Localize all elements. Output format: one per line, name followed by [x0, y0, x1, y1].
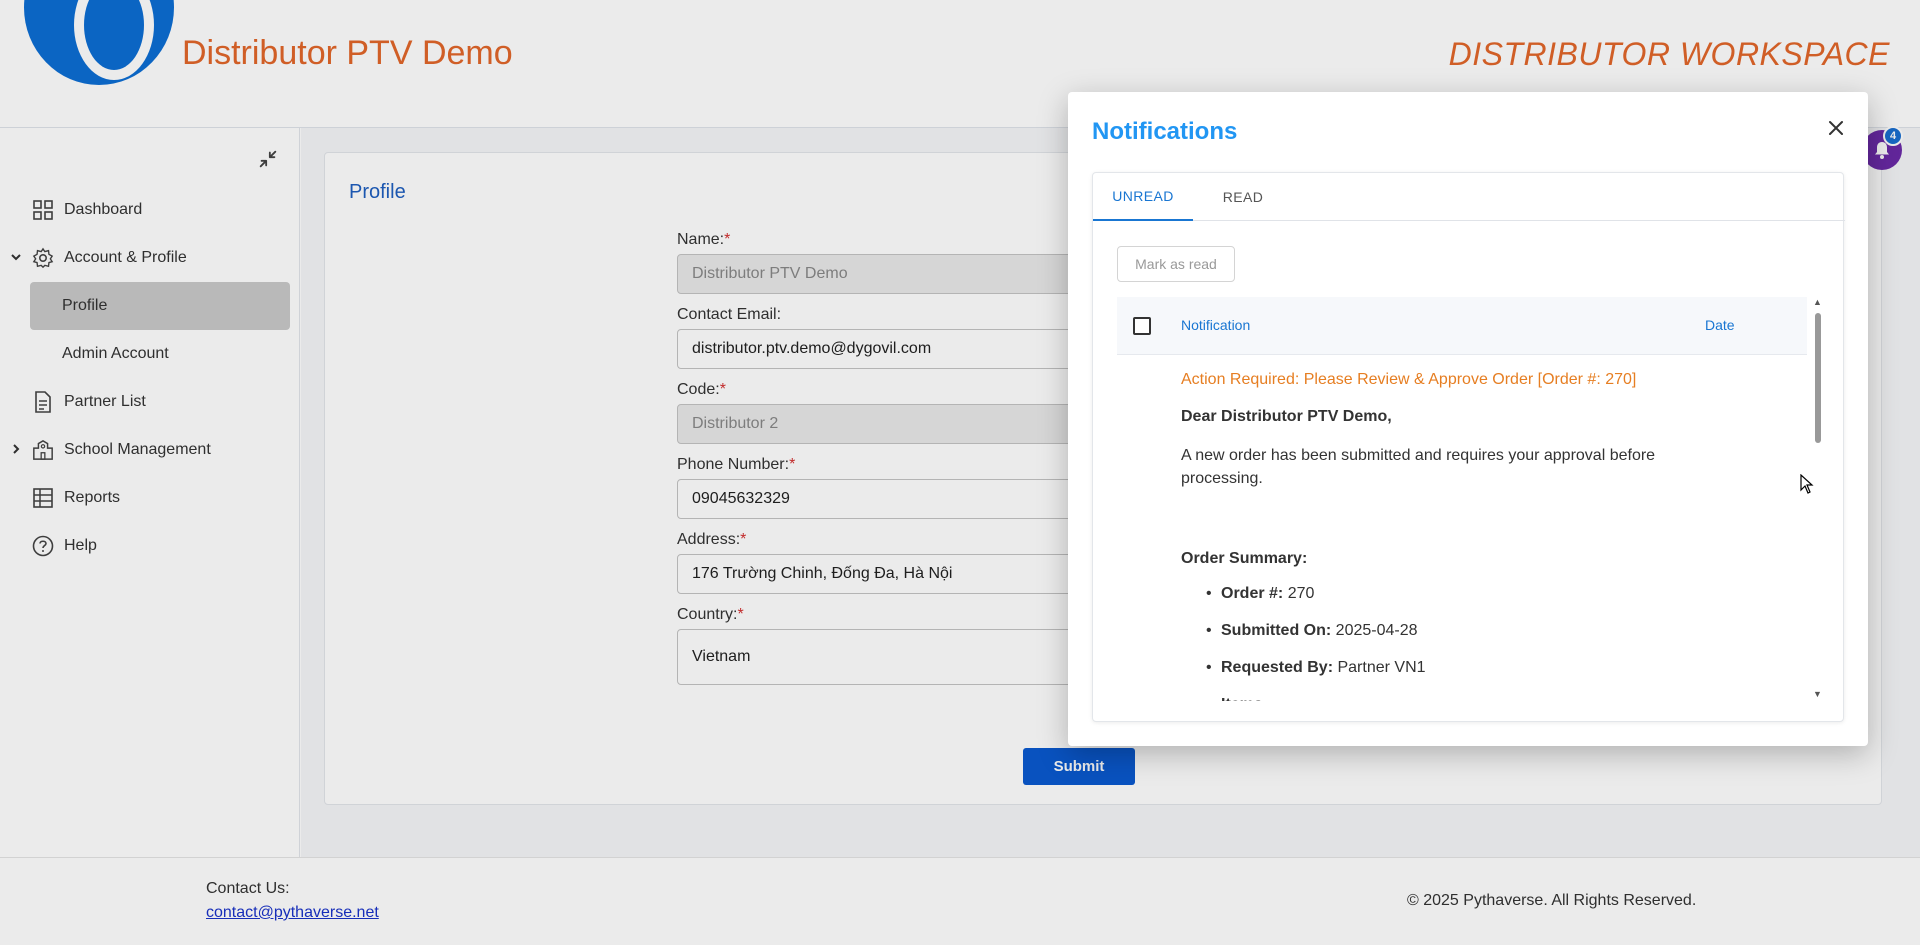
mouse-cursor-icon: [1800, 473, 1818, 494]
column-header-notification[interactable]: Notification: [1181, 317, 1250, 333]
scroll-up-arrow-icon[interactable]: ▲: [1813, 297, 1822, 307]
list-item: Order #: 270: [1206, 585, 1426, 622]
list-item: Requested By: Partner VN1: [1206, 659, 1425, 696]
scroll-down-arrow-icon[interactable]: ▼: [1813, 689, 1822, 699]
scrollbar-thumb[interactable]: [1815, 313, 1821, 443]
order-summary-title: Order Summary:: [1181, 550, 1308, 567]
mark-as-read-button[interactable]: Mark as read: [1117, 246, 1235, 282]
close-icon[interactable]: [1824, 116, 1848, 140]
select-all-checkbox[interactable]: [1133, 317, 1151, 335]
dialog-title: Notifications: [1092, 118, 1238, 145]
column-header-date[interactable]: Date: [1705, 317, 1735, 333]
notifications-dialog: Notifications UNREAD READ Mark as read N…: [1068, 92, 1868, 746]
notification-greeting: Dear Distributor PTV Demo,: [1181, 408, 1392, 425]
tab-read[interactable]: READ: [1193, 173, 1293, 221]
notifications-panel: UNREAD READ Mark as read Notification Da…: [1092, 172, 1845, 722]
list-item: Items:: [1206, 696, 1426, 701]
list-item: Submitted On: 2025-04-28: [1206, 622, 1426, 659]
tab-unread[interactable]: UNREAD: [1093, 173, 1193, 221]
notification-row[interactable]: Action Required: Please Review & Approve…: [1117, 355, 1807, 701]
notification-tabs: UNREAD READ: [1093, 173, 1845, 221]
notifications-table-header: Notification Date: [1117, 297, 1807, 355]
notifications-scrollbar[interactable]: ▲ ▼: [1811, 297, 1825, 701]
notification-subject[interactable]: Action Required: Please Review & Approve…: [1181, 371, 1636, 389]
order-summary-list: Order #: 270 Submitted On: 2025-04-28 Re…: [1206, 585, 1426, 701]
notification-message: A new order has been submitted and requi…: [1181, 447, 1656, 487]
